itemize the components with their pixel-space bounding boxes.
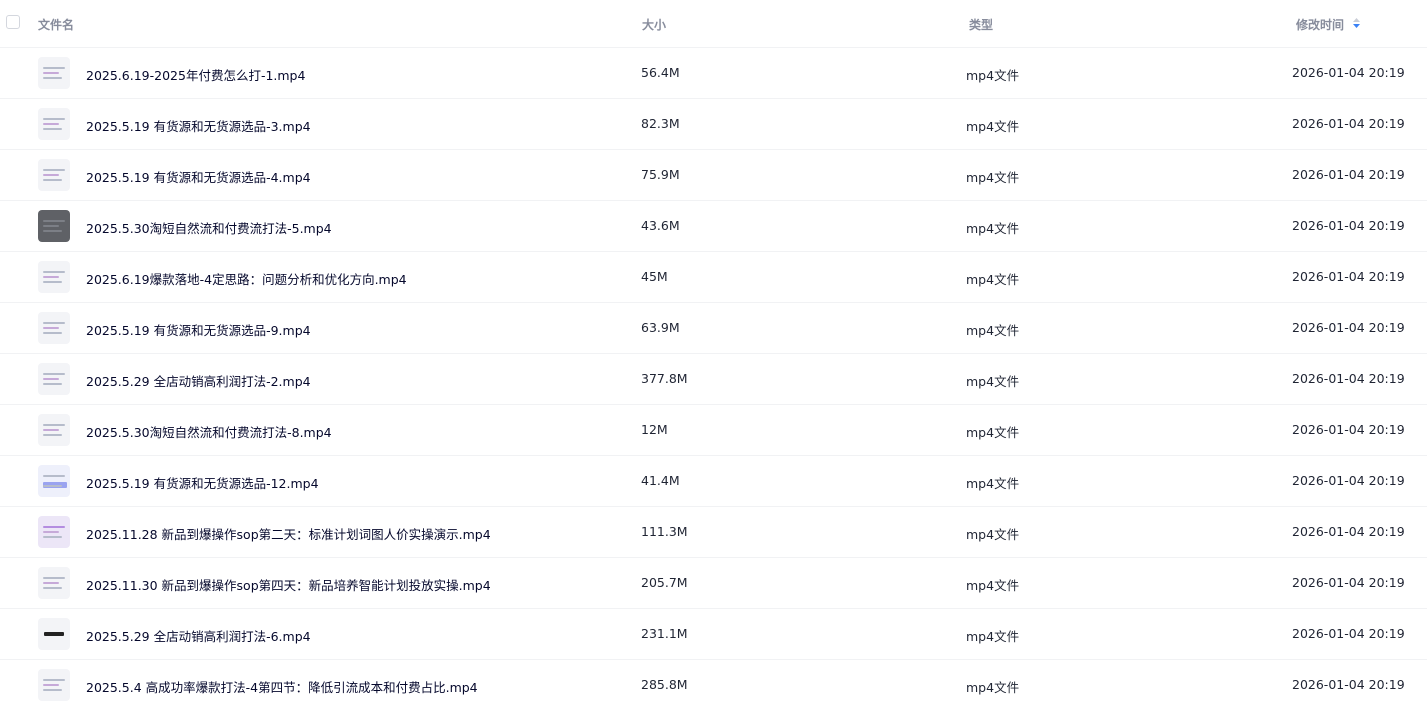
file-type: mp4文件 [966,221,1020,236]
file-type: mp4文件 [966,629,1020,644]
file-size: 43.6M [641,218,680,233]
file-name[interactable]: 2025.5.19 有货源和无货源选品-4.mp4 [86,167,311,186]
file-modified-time: 2026-01-04 20:19 [1292,677,1405,692]
file-row[interactable]: 2025.5.19 有货源和无货源选品-3.mp4 82.3M mp4文件 2026-… [0,99,1427,150]
video-thumbnail[interactable] [38,210,70,242]
file-row[interactable]: 2025.5.30淘短自然流和付费流打法-5.mp4 43.6M mp4文件 2026… [0,201,1427,252]
video-thumbnail[interactable] [38,414,70,446]
video-thumbnail[interactable] [38,669,70,701]
file-row[interactable]: 2025.5.30淘短自然流和付费流打法-8.mp4 12M mp4文件 2026-0… [0,405,1427,456]
file-modified-time: 2026-01-04 20:19 [1292,371,1405,386]
file-row[interactable]: 2025.11.30 新品到爆操作sop第四天：新品培养智能计划投放实操.mp4… [0,558,1427,609]
file-row[interactable]: 2025.5.29 全店动销高利润打法-2.mp4 377.8M mp4文件 2026… [0,354,1427,405]
video-thumbnail[interactable] [38,363,70,395]
column-header-modified-time[interactable]: 修改时间 [1296,16,1344,33]
file-name[interactable]: 2025.5.19 有货源和无货源选品-12.mp4 [86,473,319,492]
file-modified-time: 2026-01-04 20:19 [1292,524,1405,539]
file-type: mp4文件 [966,476,1020,491]
file-modified-time: 2026-01-04 20:19 [1292,320,1405,335]
file-size: 82.3M [641,116,680,131]
file-size: 63.9M [641,320,680,335]
file-size: 45M [641,269,668,284]
column-header-type[interactable]: 类型 [969,16,993,33]
file-modified-time: 2026-01-04 20:19 [1292,269,1405,284]
file-row[interactable]: 2025.5.19 有货源和无货源选品-4.mp4 75.9M mp4文件 2026-… [0,150,1427,201]
select-all-checkbox[interactable] [6,15,20,29]
file-modified-time: 2026-01-04 20:19 [1292,167,1405,182]
video-thumbnail[interactable] [38,516,70,548]
video-thumbnail[interactable] [38,567,70,599]
file-type: mp4文件 [966,170,1020,185]
file-type: mp4文件 [966,323,1020,338]
file-list-header: 文件名 大小 类型 修改时间 [0,0,1427,48]
file-size: 56.4M [641,65,680,80]
video-thumbnail[interactable] [38,159,70,191]
file-size: 231.1M [641,626,688,641]
file-row[interactable]: 2025.5.29 全店动销高利润打法-6.mp4 231.1M mp4文件 2026… [0,609,1427,660]
file-name[interactable]: 2025.11.30 新品到爆操作sop第四天：新品培养智能计划投放实操.mp4 [86,575,491,594]
file-size: 75.9M [641,167,680,182]
file-list: 文件名 大小 类型 修改时间 2025.6.19-2025年付费怎么打-1.mp… [0,0,1427,705]
file-size: 285.8M [641,677,688,692]
video-thumbnail[interactable] [38,312,70,344]
file-size: 111.3M [641,524,688,539]
file-size: 205.7M [641,575,688,590]
file-name[interactable]: 2025.5.29 全店动销高利润打法-6.mp4 [86,626,311,645]
file-name[interactable]: 2025.5.30淘短自然流和付费流打法-5.mp4 [86,218,332,237]
file-type: mp4文件 [966,578,1020,593]
file-type: mp4文件 [966,119,1020,134]
video-thumbnail[interactable] [38,618,70,650]
file-row[interactable]: 2025.5.19 有货源和无货源选品-12.mp4 41.4M mp4文件 2026… [0,456,1427,507]
file-modified-time: 2026-01-04 20:19 [1292,473,1405,488]
video-thumbnail[interactable] [38,57,70,89]
file-type: mp4文件 [966,425,1020,440]
file-size: 12M [641,422,668,437]
file-row[interactable]: 2025.5.4 高成功率爆款打法-4第四节：降低引流成本和付费占比.mp4 28… [0,660,1427,705]
file-row[interactable]: 2025.6.19爆款落地-4定思路：问题分析和优化方向.mp4 45M mp4文件… [0,252,1427,303]
file-type: mp4文件 [966,272,1020,287]
file-row[interactable]: 2025.5.19 有货源和无货源选品-9.mp4 63.9M mp4文件 2026-… [0,303,1427,354]
file-name[interactable]: 2025.6.19爆款落地-4定思路：问题分析和优化方向.mp4 [86,269,407,288]
file-type: mp4文件 [966,527,1020,542]
video-thumbnail[interactable] [38,465,70,497]
file-name[interactable]: 2025.5.4 高成功率爆款打法-4第四节：降低引流成本和付费占比.mp4 [86,677,478,696]
file-type: mp4文件 [966,68,1020,83]
file-type: mp4文件 [966,374,1020,389]
file-row[interactable]: 2025.11.28 新品到爆操作sop第二天：标准计划词图人价实操演示.mp4… [0,507,1427,558]
file-modified-time: 2026-01-04 20:19 [1292,218,1405,233]
file-name[interactable]: 2025.5.19 有货源和无货源选品-3.mp4 [86,116,311,135]
file-modified-time: 2026-01-04 20:19 [1292,116,1405,131]
file-type: mp4文件 [966,680,1020,695]
file-modified-time: 2026-01-04 20:19 [1292,575,1405,590]
file-modified-time: 2026-01-04 20:19 [1292,65,1405,80]
sort-descending-icon[interactable] [1352,17,1361,29]
file-row[interactable]: 2025.6.19-2025年付费怎么打-1.mp4 56.4M mp4文件 2026… [0,48,1427,99]
file-size: 377.8M [641,371,688,386]
column-header-name[interactable]: 文件名 [38,16,74,33]
file-size: 41.4M [641,473,680,488]
file-modified-time: 2026-01-04 20:19 [1292,422,1405,437]
file-name[interactable]: 2025.5.19 有货源和无货源选品-9.mp4 [86,320,311,339]
file-name[interactable]: 2025.6.19-2025年付费怎么打-1.mp4 [86,65,305,84]
file-name[interactable]: 2025.5.30淘短自然流和付费流打法-8.mp4 [86,422,332,441]
file-modified-time: 2026-01-04 20:19 [1292,626,1405,641]
column-header-size[interactable]: 大小 [642,16,666,33]
file-name[interactable]: 2025.5.29 全店动销高利润打法-2.mp4 [86,371,311,390]
video-thumbnail[interactable] [38,261,70,293]
file-name[interactable]: 2025.11.28 新品到爆操作sop第二天：标准计划词图人价实操演示.mp4 [86,524,491,543]
video-thumbnail[interactable] [38,108,70,140]
